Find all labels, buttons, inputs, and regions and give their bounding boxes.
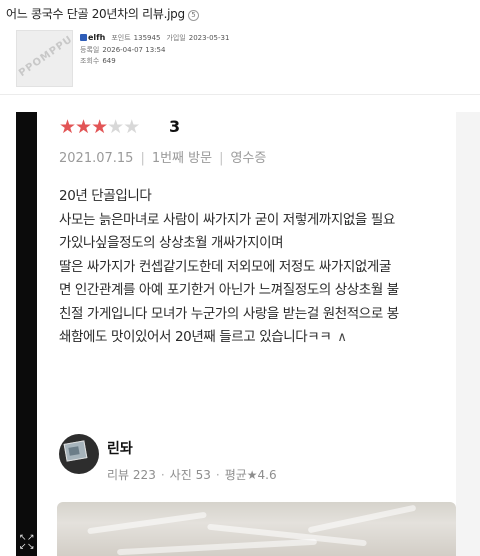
photo-detail [87,511,207,535]
visit-count: 1번째 방문 [151,151,213,166]
rating-score: 3 [169,117,181,136]
divider [0,94,480,95]
review-line: 딸은 싸가지가 컨셉같기도한데 저외모에 저정도 싸가지없게굴 [59,258,391,275]
joined-value: 2023-05-31 [188,34,230,42]
star-icon: ★ [75,116,92,138]
points-label: 포인트 [111,34,131,42]
post-title: 어느 콩국수 단골 20년차의 리뷰.jpg 5 [6,5,199,22]
review-line: 20년 단골입니다 [59,188,152,204]
star-icon: ★ [59,116,76,138]
thumbnail-watermark: PPOMPPU [17,33,73,80]
photo-detail [307,504,417,534]
photo-detail [116,538,318,556]
registered-row: 등록일 2026-04-07 13:54 [80,45,235,56]
post-title-text: 어느 콩국수 단골 20년차의 리뷰.jpg [6,7,185,21]
user-badge-icon [80,34,87,41]
registered-value: 2026-04-07 13:54 [102,46,166,54]
photos-label: 사진 [169,468,192,482]
review-text: 20년 단골입니다 사모는 늙은마녀로 사람이 싸가지가 굳이 저렇게까지없을 … [59,185,456,350]
review-line: 면 인간관계를 아예 포기한거 아닌가 느껴질정도의 상상초월 불 [59,282,399,298]
star-icon: ★ [91,116,108,138]
average-label: 평균★ [224,468,258,482]
chevron-up-icon[interactable]: ∧ [337,326,347,350]
average-value: 4.6 [257,468,277,482]
star-icon: ★ [107,116,124,138]
review-line: 가있나싶을정도의 상상초월 개싸가지이며 [59,235,284,251]
star-rating: ★★★★★ [59,116,140,138]
registered-label: 등록일 [80,46,100,54]
visit-info: 2021.07.15 | 1번째 방문 | 영수증 [59,151,267,166]
review-line-last: 쇄함에도 맛이있어서 20년째 들르고 있습니다ㅋㅋ ∧ [59,326,456,350]
reviews-label: 리뷰 [107,468,130,482]
views-label: 조회수 [80,57,100,65]
reviewer-stats: 리뷰 223 · 사진 53 · 평균★4.6 [107,468,277,482]
post-meta: elfh 포인트 135945 가입일 2023-05-31 등록일 2026-04-07… [80,32,235,67]
points-value: 135945 [133,34,161,42]
review-photo[interactable] [57,502,456,556]
review-date: 2021.07.15 [59,151,134,166]
views-row: 조회수 649 [80,56,235,67]
reviewer-name[interactable]: 린돠 [107,438,133,458]
author-row: elfh 포인트 135945 가입일 2023-05-31 [80,32,235,45]
avatar-image-detail [68,446,80,456]
reviews-count: 223 [132,468,156,482]
review-line: 친절 가게입니다 모녀가 누군가의 사랑을 받는걸 원천적으로 봉 [59,305,399,322]
views-value: 649 [102,57,116,65]
receipt-tag: 영수증 [230,151,267,166]
image-frame-left [16,112,37,556]
joined-label: 가입일 [166,34,186,42]
expand-icon[interactable]: ↖ ↗ ↙ ↘ [16,532,37,553]
review-screenshot[interactable]: ★★★★★ 3 2021.07.15 | 1번째 방문 | 영수증 20년 단골입니다 … [37,112,456,556]
star-icon: ★ [123,116,140,138]
review-line: 사모는 늙은마녀로 사람이 싸가지가 굳이 저렇게까지없을 필요 [59,211,395,228]
revision-icon[interactable]: 5 [187,10,199,21]
post-thumbnail[interactable]: PPOMPPU [16,30,73,87]
review-line: 쇄함에도 맛이있어서 20년째 들르고 있습니다ㅋㅋ [59,329,332,345]
image-frame-right [456,112,480,556]
avatar[interactable] [59,434,99,474]
photos-count: 53 [195,468,211,482]
author-name[interactable]: elfh [88,33,105,42]
